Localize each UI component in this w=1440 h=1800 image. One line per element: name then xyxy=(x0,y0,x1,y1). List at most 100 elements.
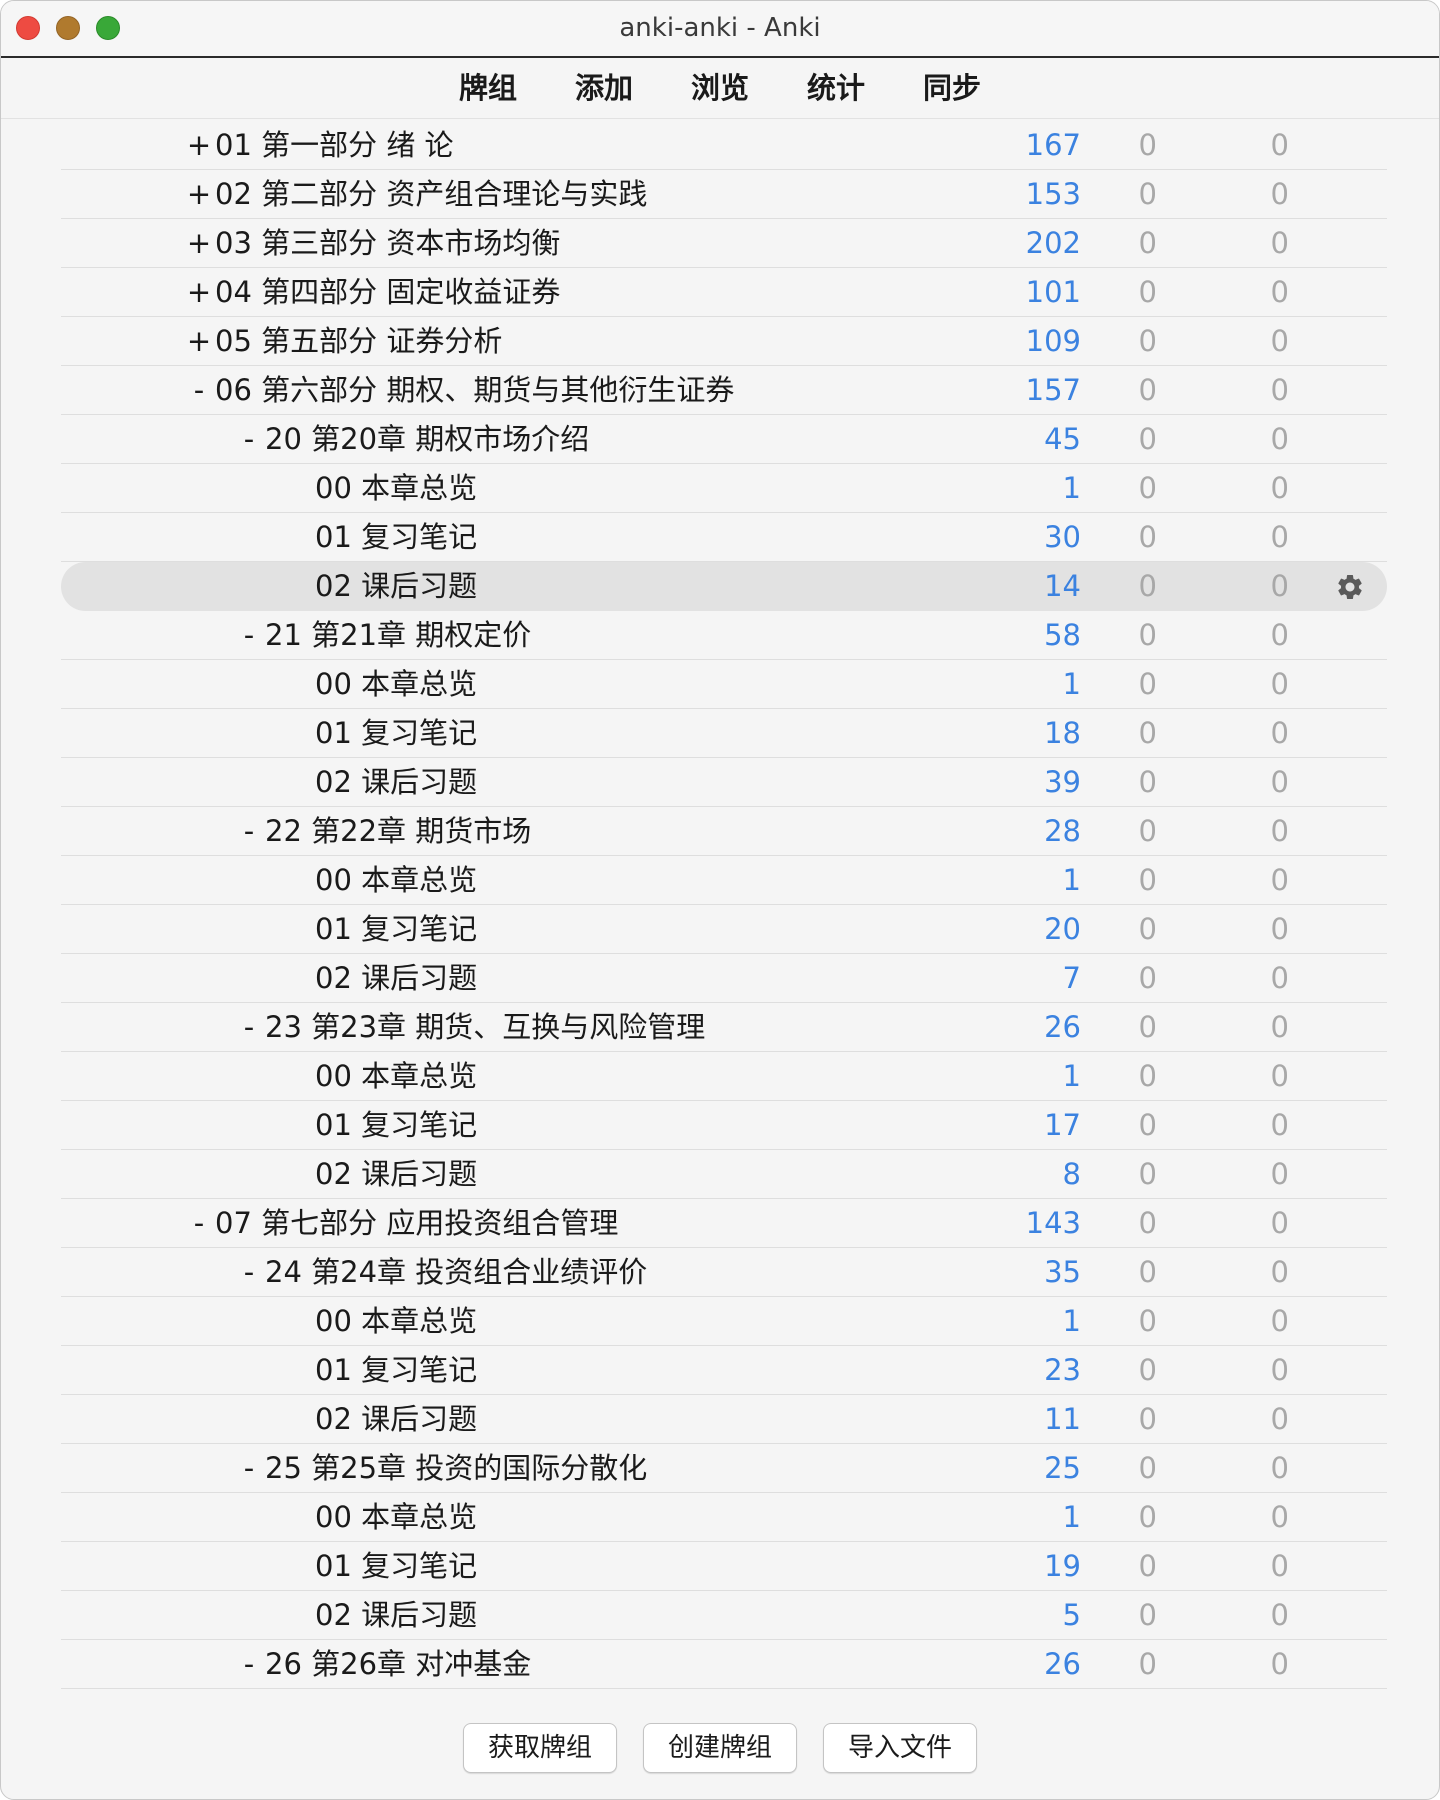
toolbar-add[interactable]: 添加 xyxy=(546,58,662,118)
deck-name[interactable]: 02 课后习题 xyxy=(315,758,477,806)
toolbar-browse[interactable]: 浏览 xyxy=(662,58,778,118)
deck-row[interactable]: 02 课后习题 7 0 0 xyxy=(61,954,1387,1003)
due-count: 0 xyxy=(1270,373,1289,407)
deck-row[interactable]: 01 复习笔记 18 0 0 xyxy=(61,709,1387,758)
deck-name[interactable]: 02 课后习题 xyxy=(315,1591,477,1639)
deck-name[interactable]: 01 第一部分 绪 论 xyxy=(215,121,454,169)
deck-row[interactable]: -21 第21章 期权定价 58 0 0 xyxy=(61,611,1387,660)
deck-row[interactable]: 02 课后习题 14 0 0 xyxy=(61,562,1387,611)
deck-row[interactable]: 00 本章总览 1 0 0 xyxy=(61,660,1387,709)
deck-name[interactable]: 25 第25章 投资的国际分散化 xyxy=(265,1444,647,1492)
deck-name[interactable]: 01 复习笔记 xyxy=(315,513,477,561)
expand-toggle[interactable]: + xyxy=(186,219,212,267)
deck-row[interactable]: 00 本章总览 1 0 0 xyxy=(61,1052,1387,1101)
deck-row[interactable]: +03 第三部分 资本市场均衡 202 0 0 xyxy=(61,219,1387,268)
deck-name[interactable]: 06 第六部分 期权、期货与其他衍生证券 xyxy=(215,366,734,414)
deck-row[interactable]: 01 复习笔记 20 0 0 xyxy=(61,905,1387,954)
collapse-toggle[interactable]: - xyxy=(236,611,262,659)
deck-name[interactable]: 26 第26章 对冲基金 xyxy=(265,1640,531,1688)
deck-name[interactable]: 01 复习笔记 xyxy=(315,1542,477,1590)
collapse-toggle[interactable]: - xyxy=(186,1199,212,1247)
deck-name[interactable]: 01 复习笔记 xyxy=(315,1101,477,1149)
deck-row[interactable]: 00 本章总览 1 0 0 xyxy=(61,1493,1387,1542)
deck-row[interactable]: +04 第四部分 固定收益证券 101 0 0 xyxy=(61,268,1387,317)
deck-name[interactable]: 22 第22章 期货市场 xyxy=(265,807,531,855)
deck-row[interactable]: 00 本章总览 1 0 0 xyxy=(61,856,1387,905)
deck-name[interactable]: 00 本章总览 xyxy=(315,464,477,512)
deck-name[interactable]: 03 第三部分 资本市场均衡 xyxy=(215,219,560,267)
deck-row[interactable]: +05 第五部分 证券分析 109 0 0 xyxy=(61,317,1387,366)
deck-row[interactable]: 02 课后习题 5 0 0 xyxy=(61,1591,1387,1640)
deck-row[interactable]: +01 第一部分 绪 论 167 0 0 xyxy=(61,121,1387,170)
expand-toggle[interactable]: + xyxy=(186,170,212,218)
deck-name[interactable]: 01 复习笔记 xyxy=(315,905,477,953)
deck-name[interactable]: 00 本章总览 xyxy=(315,1297,477,1345)
deck-row[interactable]: -26 第26章 对冲基金 26 0 0 xyxy=(61,1640,1387,1689)
deck-row[interactable]: -07 第七部分 应用投资组合管理 143 0 0 xyxy=(61,1199,1387,1248)
new-count: 5 xyxy=(1062,1598,1081,1632)
deck-name[interactable]: 20 第20章 期权市场介绍 xyxy=(265,415,589,463)
deck-row[interactable]: 01 复习笔记 23 0 0 xyxy=(61,1346,1387,1395)
deck-name[interactable]: 23 第23章 期货、互换与风险管理 xyxy=(265,1003,705,1051)
deck-row[interactable]: -06 第六部分 期权、期货与其他衍生证券 157 0 0 xyxy=(61,366,1387,415)
create-deck-button[interactable]: 创建牌组 xyxy=(643,1723,797,1773)
new-count: 153 xyxy=(1025,177,1081,211)
deck-name[interactable]: 02 第二部分 资产组合理论与实践 xyxy=(215,170,647,218)
deck-row[interactable]: +02 第二部分 资产组合理论与实践 153 0 0 xyxy=(61,170,1387,219)
deck-name[interactable]: 05 第五部分 证券分析 xyxy=(215,317,502,365)
toolbar-sync[interactable]: 同步 xyxy=(894,58,1010,118)
collapse-toggle[interactable]: - xyxy=(236,415,262,463)
deck-name[interactable]: 00 本章总览 xyxy=(315,1493,477,1541)
gear-icon[interactable] xyxy=(1335,572,1365,602)
deck-name[interactable]: 01 复习笔记 xyxy=(315,709,477,757)
collapse-toggle[interactable]: - xyxy=(236,1003,262,1051)
deck-row[interactable]: 01 复习笔记 17 0 0 xyxy=(61,1101,1387,1150)
deck-name[interactable]: 04 第四部分 固定收益证券 xyxy=(215,268,560,316)
collapse-toggle[interactable]: - xyxy=(236,1248,262,1296)
deck-row[interactable]: 02 课后习题 8 0 0 xyxy=(61,1150,1387,1199)
deck-row[interactable]: -22 第22章 期货市场 28 0 0 xyxy=(61,807,1387,856)
learn-count: 0 xyxy=(1138,1451,1157,1485)
deck-row[interactable]: -20 第20章 期权市场介绍 45 0 0 xyxy=(61,415,1387,464)
collapse-toggle[interactable]: - xyxy=(186,366,212,414)
new-count: 1 xyxy=(1062,1304,1081,1338)
toolbar-stats[interactable]: 统计 xyxy=(778,58,894,118)
expand-toggle[interactable]: + xyxy=(186,268,212,316)
deck-row[interactable]: 02 课后习题 11 0 0 xyxy=(61,1395,1387,1444)
deck-row[interactable]: 02 课后习题 39 0 0 xyxy=(61,758,1387,807)
new-count: 1 xyxy=(1062,471,1081,505)
new-count: 30 xyxy=(1044,520,1081,554)
import-file-button[interactable]: 导入文件 xyxy=(823,1723,977,1773)
deck-row[interactable]: -25 第25章 投资的国际分散化 25 0 0 xyxy=(61,1444,1387,1493)
deck-name[interactable]: 01 复习笔记 xyxy=(315,1346,477,1394)
expand-toggle[interactable]: + xyxy=(186,317,212,365)
deck-name[interactable]: 00 本章总览 xyxy=(315,856,477,904)
expand-toggle[interactable]: + xyxy=(186,121,212,169)
deck-name[interactable]: 07 第七部分 应用投资组合管理 xyxy=(215,1199,618,1247)
deck-name[interactable]: 00 本章总览 xyxy=(315,660,477,708)
due-count: 0 xyxy=(1270,1451,1289,1485)
deck-row[interactable]: 01 复习笔记 19 0 0 xyxy=(61,1542,1387,1591)
deck-name[interactable]: 02 课后习题 xyxy=(315,954,477,1002)
deck-row[interactable]: -24 第24章 投资组合业绩评价 35 0 0 xyxy=(61,1248,1387,1297)
toolbar-decks[interactable]: 牌组 xyxy=(430,58,546,118)
due-count: 0 xyxy=(1270,1255,1289,1289)
collapse-toggle[interactable]: - xyxy=(236,1444,262,1492)
deck-name[interactable]: 02 课后习题 xyxy=(315,1395,477,1443)
learn-count: 0 xyxy=(1138,863,1157,897)
deck-row[interactable]: 00 本章总览 1 0 0 xyxy=(61,464,1387,513)
deck-row[interactable]: -23 第23章 期货、互换与风险管理 26 0 0 xyxy=(61,1003,1387,1052)
deck-row[interactable]: 00 本章总览 1 0 0 xyxy=(61,1297,1387,1346)
deck-row[interactable]: 01 复习笔记 30 0 0 xyxy=(61,513,1387,562)
due-count: 0 xyxy=(1270,1647,1289,1681)
deck-name[interactable]: 02 课后习题 xyxy=(315,562,477,610)
new-count: 25 xyxy=(1044,1451,1081,1485)
collapse-toggle[interactable]: - xyxy=(236,1640,262,1688)
deck-name[interactable]: 02 课后习题 xyxy=(315,1150,477,1198)
deck-name[interactable]: 24 第24章 投资组合业绩评价 xyxy=(265,1248,647,1296)
deck-name[interactable]: 00 本章总览 xyxy=(315,1052,477,1100)
new-count: 1 xyxy=(1062,667,1081,701)
get-shared-decks-button[interactable]: 获取牌组 xyxy=(463,1723,617,1773)
deck-name[interactable]: 21 第21章 期权定价 xyxy=(265,611,531,659)
collapse-toggle[interactable]: - xyxy=(236,807,262,855)
